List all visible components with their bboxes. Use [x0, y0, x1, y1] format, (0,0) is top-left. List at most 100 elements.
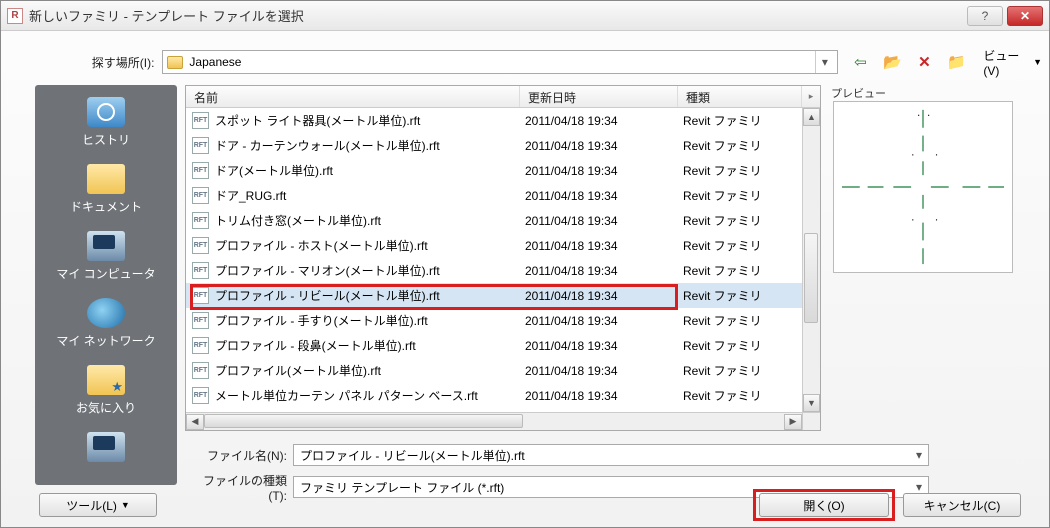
- scroll-thumb[interactable]: [204, 414, 523, 428]
- file-type: Revit ファミリ: [683, 187, 802, 204]
- scroll-right-icon[interactable]: ▶: [784, 414, 802, 430]
- places-sidebar: ヒストリ ドキュメント マイ コンピュータ マイ ネットワーク お気に入り: [35, 85, 177, 485]
- file-row[interactable]: RFTメートル単位カーテン パネル パターン ベース.rft2011/04/18…: [186, 383, 802, 408]
- file-type: Revit ファミリ: [683, 137, 802, 154]
- rft-file-icon: RFT: [192, 337, 209, 354]
- file-name: スポット ライト器具(メートル単位).rft: [215, 112, 525, 129]
- file-name: ドア_RUG.rft: [215, 187, 525, 204]
- documents-icon: [87, 164, 125, 194]
- rft-file-icon: RFT: [192, 312, 209, 329]
- svg-text:.: .: [911, 144, 914, 158]
- sidebar-item-network[interactable]: マイ ネットワーク: [35, 292, 177, 359]
- column-type[interactable]: 種類: [678, 86, 802, 107]
- folder-icon: [167, 56, 183, 69]
- history-icon: [87, 97, 125, 127]
- help-button[interactable]: ?: [967, 6, 1003, 26]
- file-row[interactable]: RFTドア_RUG.rft2011/04/18 19:34Revit ファミリ: [186, 183, 802, 208]
- file-date: 2011/04/18 19:34: [525, 389, 683, 403]
- preview-label: プレビュー: [831, 85, 886, 101]
- file-type: Revit ファミリ: [683, 387, 802, 404]
- svg-text:.: .: [927, 105, 930, 119]
- view-button[interactable]: ビュー(V) ▼: [976, 44, 1049, 81]
- rft-file-icon: RFT: [192, 212, 209, 229]
- sidebar-item-more[interactable]: [35, 426, 177, 476]
- file-type: Revit ファミリ: [683, 262, 802, 279]
- new-folder-icon[interactable]: 📁: [946, 52, 966, 72]
- sidebar-item-label: マイ コンピュータ: [35, 265, 177, 282]
- scroll-track[interactable]: [803, 126, 820, 394]
- cancel-button[interactable]: キャンセル(C): [903, 493, 1021, 517]
- svg-text:.: .: [935, 210, 938, 224]
- sidebar-item-label: マイ ネットワーク: [35, 332, 177, 349]
- scroll-up-icon[interactable]: ▲: [803, 108, 820, 126]
- chevron-down-icon: ▼: [121, 500, 130, 510]
- rft-file-icon: RFT: [192, 287, 209, 304]
- file-row[interactable]: RFTトリム付き窓(メートル単位).rft2011/04/18 19:34Rev…: [186, 208, 802, 233]
- tool-button-label: ツール(L): [66, 497, 117, 514]
- file-row[interactable]: RFTプロファイル - ホスト(メートル単位).rft2011/04/18 19…: [186, 233, 802, 258]
- filename-field[interactable]: プロファイル - リビール(メートル単位).rft ▾: [293, 444, 929, 466]
- file-row[interactable]: RFTプロファイル - マリオン(メートル単位).rft2011/04/18 1…: [186, 258, 802, 283]
- scroll-thumb[interactable]: [804, 233, 818, 323]
- column-overflow-icon[interactable]: ▸: [802, 86, 820, 107]
- file-row[interactable]: RFTドア(メートル単位).rft2011/04/18 19:34Revit フ…: [186, 158, 802, 183]
- file-row[interactable]: RFT スポット ライト器具(メートル単位).rft2011/04/18 19:3…: [186, 108, 802, 133]
- file-row[interactable]: RFTプロファイル - 手すり(メートル単位).rft2011/04/18 19…: [186, 308, 802, 333]
- app-icon: R: [7, 8, 23, 24]
- file-header: 名前 更新日時 種類 ▸: [186, 86, 820, 108]
- rft-file-icon: RFT: [192, 162, 209, 179]
- close-button[interactable]: ✕: [1007, 6, 1043, 26]
- file-name: プロファイル - リビール(メートル単位).rft: [215, 287, 525, 304]
- sidebar-item-history[interactable]: ヒストリ: [35, 91, 177, 158]
- file-date: 2011/04/18 19:34: [525, 264, 683, 278]
- scroll-left-icon[interactable]: ◀: [186, 414, 204, 430]
- file-row[interactable]: RFTプロファイル - 段鼻(メートル単位).rft2011/04/18 19:…: [186, 333, 802, 358]
- file-date: 2011/04/18 19:34: [525, 339, 683, 353]
- chevron-down-icon[interactable]: ▾: [815, 51, 833, 73]
- file-date: 2011/04/18 19:34: [525, 164, 683, 178]
- dialog-window: R 新しいファミリ - テンプレート ファイルを選択 ? ✕ 探す場所(I): …: [0, 0, 1050, 528]
- file-type: Revit ファミリ: [683, 112, 802, 129]
- vertical-scrollbar[interactable]: ▲ ▼: [802, 108, 820, 412]
- lookin-label: 探す場所(I):: [1, 54, 162, 71]
- file-date: 2011/04/18 19:34: [525, 214, 683, 228]
- rft-file-icon: RFT: [192, 237, 209, 254]
- filename-value: プロファイル - リビール(メートル単位).rft: [300, 447, 525, 464]
- file-date: 2011/04/18 19:34: [525, 189, 683, 203]
- file-type: Revit ファミリ: [683, 337, 802, 354]
- file-date: 2011/04/18 19:34: [525, 239, 683, 253]
- sidebar-item-computer[interactable]: マイ コンピュータ: [35, 225, 177, 292]
- sidebar-item-favorites[interactable]: お気に入り: [35, 359, 177, 426]
- svg-text:.: .: [917, 105, 920, 119]
- file-row[interactable]: RFTプロファイル - リビール(メートル単位).rft2011/04/18 1…: [186, 283, 802, 308]
- horizontal-scrollbar[interactable]: ◀ ▶: [186, 412, 802, 430]
- network-icon: [87, 298, 125, 328]
- filename-label: ファイル名(N):: [185, 447, 293, 464]
- titlebar[interactable]: R 新しいファミリ - テンプレート ファイルを選択 ? ✕: [1, 1, 1049, 31]
- computer-icon: [87, 432, 125, 462]
- rft-file-icon: RFT: [192, 262, 209, 279]
- scroll-corner: [802, 412, 820, 430]
- up-folder-icon[interactable]: 📂: [882, 52, 902, 72]
- sidebar-item-documents[interactable]: ドキュメント: [35, 158, 177, 225]
- file-list-area: 名前 更新日時 種類 ▸ RFTスポット ライト器具(メートル単位).rft20…: [185, 85, 821, 431]
- scroll-down-icon[interactable]: ▼: [803, 394, 820, 412]
- file-row[interactable]: RFTドア - カーテンウォール(メートル単位).rft2011/04/18 1…: [186, 133, 802, 158]
- delete-icon[interactable]: ✕: [914, 52, 934, 72]
- file-list[interactable]: RFTスポット ライト器具(メートル単位).rft2011/04/18 19:3…: [186, 108, 802, 412]
- column-name[interactable]: 名前: [186, 86, 520, 107]
- tool-button[interactable]: ツール(L) ▼: [39, 493, 157, 517]
- scroll-track[interactable]: [204, 414, 784, 430]
- favorites-icon: [87, 365, 125, 395]
- chevron-down-icon[interactable]: ▾: [916, 448, 922, 462]
- preview-pane: .. .. ..: [833, 101, 1013, 273]
- rft-file-icon: RFT: [192, 112, 209, 129]
- svg-text:.: .: [935, 144, 938, 158]
- view-button-label: ビュー(V): [983, 47, 1029, 78]
- lookin-combo[interactable]: Japanese ▾: [162, 50, 838, 74]
- column-date[interactable]: 更新日時: [520, 86, 678, 107]
- open-button[interactable]: 開く(O): [759, 493, 889, 517]
- file-date: 2011/04/18 19:34: [525, 114, 683, 128]
- back-icon[interactable]: ⇦: [850, 52, 870, 72]
- file-row[interactable]: RFTプロファイル(メートル単位).rft2011/04/18 19:34Rev…: [186, 358, 802, 383]
